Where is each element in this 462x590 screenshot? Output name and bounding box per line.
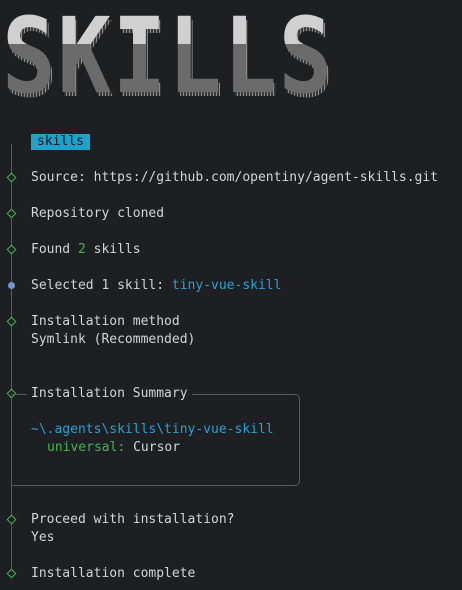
done-diamond-icon bbox=[6, 316, 17, 327]
summary-path: ~\.agents\skills\tiny-vue-skill bbox=[31, 422, 274, 437]
method-value: Symlink (Recommended) bbox=[31, 332, 196, 347]
done-diamond-icon bbox=[6, 172, 17, 183]
done-diamond-icon bbox=[6, 208, 17, 219]
found-count: 2 bbox=[77, 242, 86, 257]
rail-bottom bbox=[11, 524, 12, 574]
done-diamond-icon bbox=[6, 514, 17, 525]
proceed-question: Proceed with installation? bbox=[31, 512, 235, 527]
method-title: Installation method bbox=[31, 314, 180, 329]
complete-line: Installation complete bbox=[31, 566, 196, 581]
done-diamond-icon bbox=[6, 568, 17, 579]
found-line: Found 2 skills bbox=[31, 242, 141, 257]
source-url[interactable]: https://github.com/opentiny/agent-skills… bbox=[94, 170, 438, 185]
repo-cloned-line: Repository cloned bbox=[31, 206, 165, 221]
summary-title: Installation Summary bbox=[27, 386, 192, 402]
source-line: Source: https://github.com/opentiny/agen… bbox=[31, 170, 438, 185]
skills-badge: skills bbox=[31, 134, 90, 150]
summary-target: universal: Cursor bbox=[47, 440, 181, 455]
active-dot-icon bbox=[8, 282, 15, 289]
selected-line: Selected 1 skill: tiny-vue-skill bbox=[31, 278, 282, 293]
selected-skill: tiny-vue-skill bbox=[171, 278, 282, 293]
proceed-answer: Yes bbox=[31, 530, 55, 545]
done-diamond-icon bbox=[6, 244, 17, 255]
skills-banner: SKILLS SKILLS SKILLS bbox=[2, 0, 334, 104]
